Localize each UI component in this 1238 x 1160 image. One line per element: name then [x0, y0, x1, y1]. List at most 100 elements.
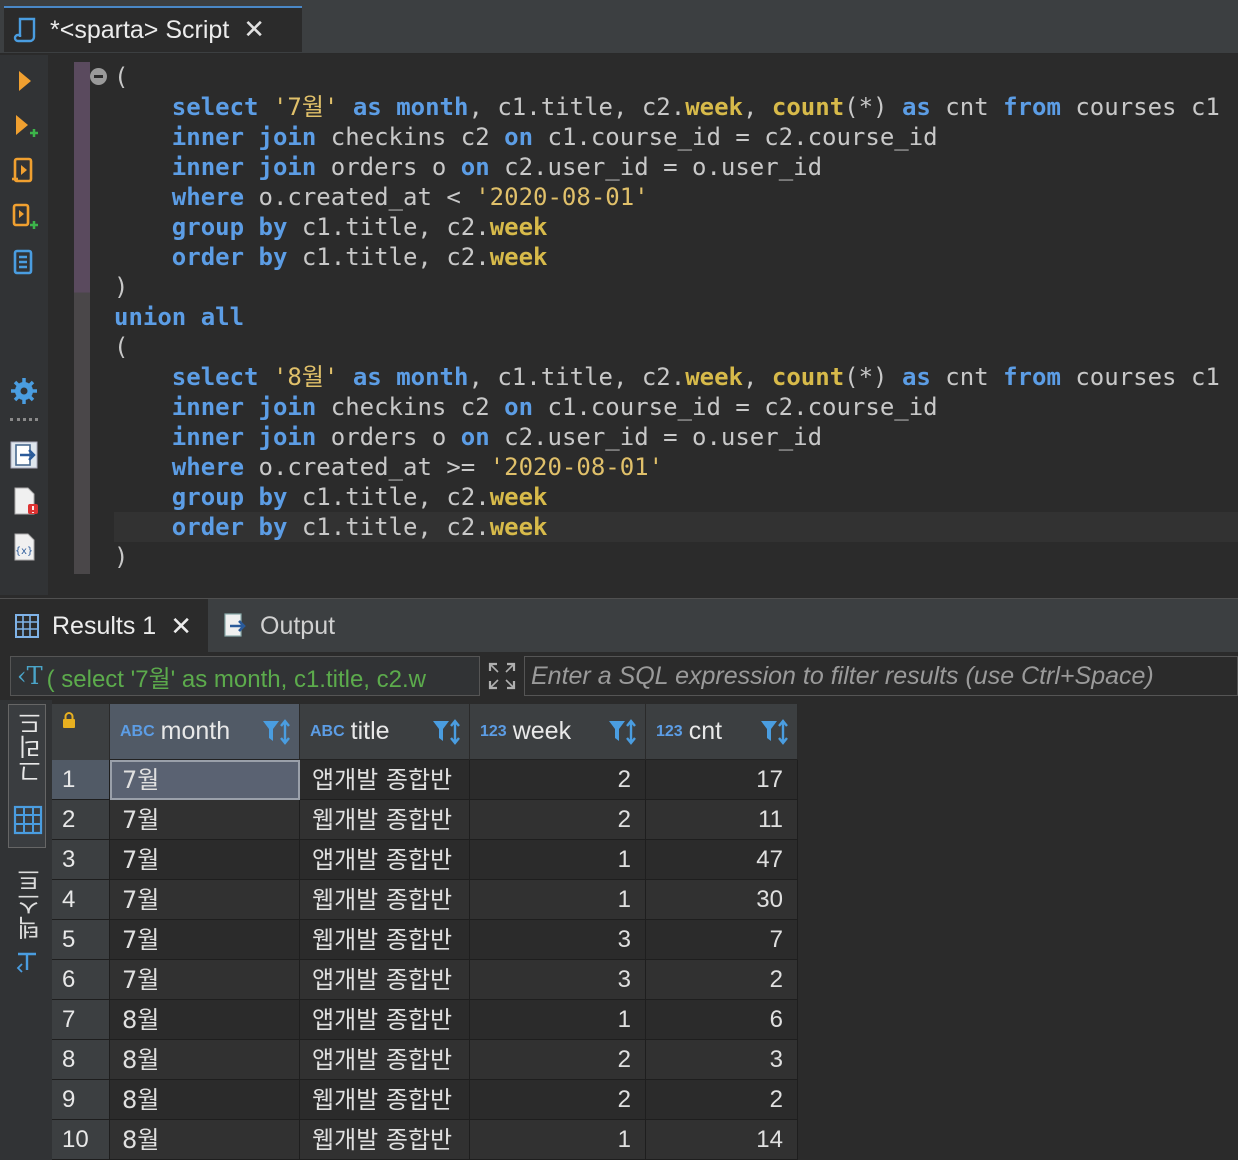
row-number[interactable]: 6 — [52, 960, 110, 1000]
cell-month[interactable]: 7월 — [110, 760, 300, 800]
table-row[interactable]: 5 7월 웹개발 종합반 3 7 — [52, 920, 798, 960]
cell-title[interactable]: 웹개발 종합반 — [300, 1080, 470, 1120]
row-number[interactable]: 1 — [52, 760, 110, 800]
cell-title[interactable]: 웹개발 종합반 — [300, 1120, 470, 1160]
execute-new-tab-icon[interactable] — [8, 111, 40, 143]
cell-week[interactable]: 1 — [470, 880, 646, 920]
cell-week[interactable]: 1 — [470, 1120, 646, 1160]
export-results-icon[interactable] — [8, 439, 40, 471]
fold-toggle-icon[interactable] — [90, 68, 107, 85]
column-header-month[interactable]: ABC month — [110, 704, 300, 760]
row-number[interactable]: 9 — [52, 1080, 110, 1120]
close-icon[interactable]: ✕ — [243, 17, 265, 43]
code-line[interactable]: select '8월' as month, c1.title, c2.week,… — [114, 362, 1238, 392]
column-header-cnt[interactable]: 123 cnt — [646, 704, 798, 760]
cell-title[interactable]: 앱개발 종합반 — [300, 1000, 470, 1040]
cell-cnt[interactable]: 6 — [646, 1000, 798, 1040]
code-line[interactable]: where o.created_at < '2020-08-01' — [114, 182, 1238, 212]
table-row[interactable]: 6 7월 앱개발 종합반 3 2 — [52, 960, 798, 1000]
close-icon[interactable]: ✕ — [170, 611, 192, 642]
row-number-header[interactable] — [52, 704, 110, 760]
cell-month[interactable]: 7월 — [110, 960, 300, 1000]
row-number[interactable]: 2 — [52, 800, 110, 840]
row-number[interactable]: 3 — [52, 840, 110, 880]
table-row[interactable]: 2 7월 웹개발 종합반 2 11 — [52, 800, 798, 840]
code-line[interactable]: ( — [114, 62, 1238, 92]
filter-sort-icon[interactable] — [607, 718, 639, 748]
execute-script-icon[interactable] — [8, 155, 40, 187]
table-row[interactable]: 1 7월 앱개발 종합반 2 17 — [52, 760, 798, 800]
code-line[interactable]: union all — [114, 302, 1238, 332]
cell-cnt[interactable]: 7 — [646, 920, 798, 960]
tab-results-1[interactable]: Results 1 ✕ — [0, 599, 208, 653]
table-row[interactable]: 7 8월 앱개발 종합반 1 6 — [52, 1000, 798, 1040]
sql-editor[interactable]: ( select '7월' as month, c1.title, c2.wee… — [114, 62, 1238, 574]
cell-title[interactable]: 웹개발 종합반 — [300, 800, 470, 840]
table-row[interactable]: 8 8월 앱개발 종합반 2 3 — [52, 1040, 798, 1080]
cell-week[interactable]: 2 — [470, 800, 646, 840]
code-line[interactable]: inner join orders o on c2.user_id = o.us… — [114, 152, 1238, 182]
cell-month[interactable]: 7월 — [110, 880, 300, 920]
table-row[interactable]: 10 8월 웹개발 종합반 1 14 — [52, 1120, 798, 1160]
settings-gear-icon[interactable] — [8, 375, 40, 407]
row-number[interactable]: 4 — [52, 880, 110, 920]
cell-month[interactable]: 8월 — [110, 1000, 300, 1040]
code-line[interactable]: where o.created_at >= '2020-08-01' — [114, 452, 1238, 482]
code-line[interactable]: group by c1.title, c2.week — [114, 482, 1238, 512]
cell-month[interactable]: 7월 — [110, 920, 300, 960]
filter-sort-icon[interactable] — [261, 718, 293, 748]
cell-month[interactable]: 7월 — [110, 800, 300, 840]
cell-title[interactable]: 웹개발 종합반 — [300, 920, 470, 960]
code-line[interactable]: select '7월' as month, c1.title, c2.week,… — [114, 92, 1238, 122]
code-line[interactable]: inner join checkins c2 on c1.course_id =… — [114, 122, 1238, 152]
cell-month[interactable]: 8월 — [110, 1120, 300, 1160]
table-row[interactable]: 3 7월 앱개발 종합반 1 47 — [52, 840, 798, 880]
cell-week[interactable]: 1 — [470, 1000, 646, 1040]
grid-view-button[interactable]: 그리드 — [8, 704, 46, 848]
code-line[interactable]: inner join orders o on c2.user_id = o.us… — [114, 422, 1238, 452]
cell-title[interactable]: 웹개발 종합반 — [300, 880, 470, 920]
row-number[interactable]: 7 — [52, 1000, 110, 1040]
cell-month[interactable]: 8월 — [110, 1040, 300, 1080]
cell-cnt[interactable]: 14 — [646, 1120, 798, 1160]
query-text-box[interactable]: ‹T ( select '7월' as month, c1.title, c2.… — [10, 656, 480, 696]
filter-sort-icon[interactable] — [431, 718, 463, 748]
cell-title[interactable]: 앱개발 종합반 — [300, 1040, 470, 1080]
cell-week[interactable]: 1 — [470, 840, 646, 880]
cell-week[interactable]: 2 — [470, 1080, 646, 1120]
code-line[interactable]: inner join checkins c2 on c1.course_id =… — [114, 392, 1238, 422]
cell-week[interactable]: 3 — [470, 920, 646, 960]
cell-title[interactable]: 앱개발 종합반 — [300, 760, 470, 800]
variables-icon[interactable]: {x} — [8, 531, 40, 563]
cell-cnt[interactable]: 3 — [646, 1040, 798, 1080]
code-line[interactable]: order by c1.title, c2.week — [114, 242, 1238, 272]
column-header-title[interactable]: ABC title — [300, 704, 470, 760]
code-line[interactable]: group by c1.title, c2.week — [114, 212, 1238, 242]
code-line[interactable]: ( — [114, 332, 1238, 362]
table-row[interactable]: 9 8월 웹개발 종합반 2 2 — [52, 1080, 798, 1120]
cell-cnt[interactable]: 2 — [646, 960, 798, 1000]
cell-cnt[interactable]: 17 — [646, 760, 798, 800]
cell-cnt[interactable]: 30 — [646, 880, 798, 920]
results-grid[interactable]: ABC month ABC title 123 week 123 cnt 1 7월 앱개발 종합반 2… — [52, 704, 1238, 1160]
cell-cnt[interactable]: 47 — [646, 840, 798, 880]
code-line[interactable]: ) — [114, 542, 1238, 572]
table-row[interactable]: 4 7월 웹개발 종합반 1 30 — [52, 880, 798, 920]
execute-script-new-tab-icon[interactable] — [8, 201, 40, 233]
text-view-button[interactable]: 텍스트 — [8, 868, 46, 978]
row-number[interactable]: 8 — [52, 1040, 110, 1080]
cell-month[interactable]: 8월 — [110, 1080, 300, 1120]
code-line[interactable]: ) — [114, 272, 1238, 302]
cell-cnt[interactable]: 2 — [646, 1080, 798, 1120]
cell-cnt[interactable]: 11 — [646, 800, 798, 840]
tab-output[interactable]: Output — [218, 599, 335, 653]
cell-week[interactable]: 3 — [470, 960, 646, 1000]
column-header-week[interactable]: 123 week — [470, 704, 646, 760]
filter-sort-icon[interactable] — [759, 718, 791, 748]
cell-title[interactable]: 앱개발 종합반 — [300, 960, 470, 1000]
filter-input[interactable]: Enter a SQL expression to filter results… — [524, 656, 1238, 696]
script-tab[interactable]: *<sparta> Script ✕ — [4, 6, 302, 52]
execute-statement-icon[interactable] — [8, 65, 40, 97]
cell-week[interactable]: 2 — [470, 760, 646, 800]
cell-month[interactable]: 7월 — [110, 840, 300, 880]
